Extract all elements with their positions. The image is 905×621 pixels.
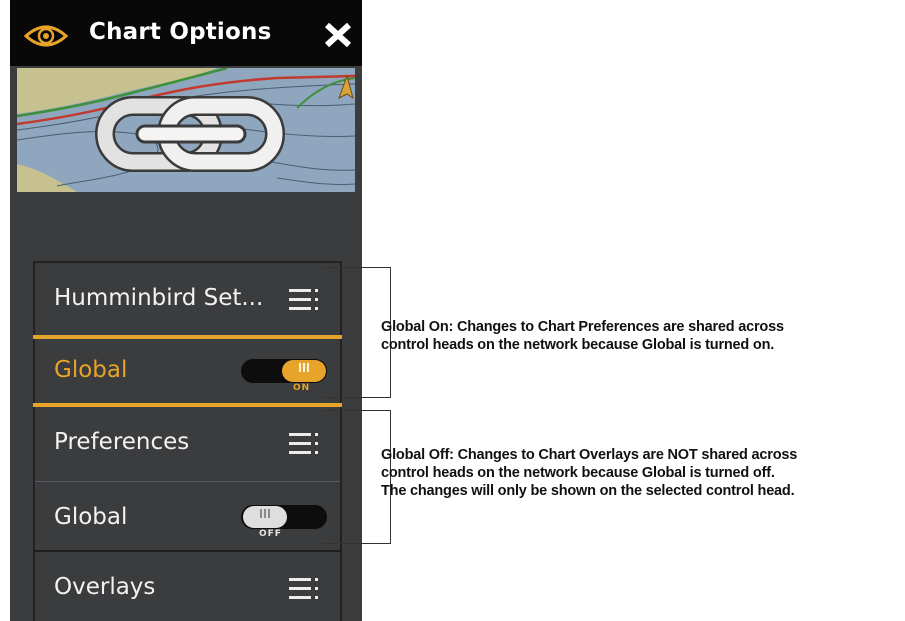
panel-title: Chart Options [89, 19, 272, 45]
bracket-second-top-line [322, 410, 391, 411]
global-toggle-on[interactable]: ON [241, 356, 327, 393]
callout-heading: Global On: [381, 319, 454, 335]
menu-item-label: Humminbird Set... [54, 285, 264, 311]
toggle-state-on: ON [293, 383, 311, 393]
bracket-bottom-line [322, 543, 391, 544]
submenu-icon[interactable] [289, 289, 319, 313]
callout-heading: Global Off: [381, 447, 454, 463]
callout-global-on: Global On: Changes to Chart Preferences … [381, 319, 784, 353]
global-toggle-off[interactable]: OFF [241, 502, 327, 539]
toggle-state-off: OFF [259, 529, 282, 539]
global-label: Global [54, 357, 128, 383]
menu-item-label: Overlays [54, 574, 156, 600]
submenu-icon[interactable] [289, 578, 319, 602]
bracket-mid-line [322, 397, 391, 398]
global-on-row[interactable]: Global ON [35, 339, 340, 403]
menu-item-label: Preferences [54, 429, 190, 455]
bracket-top-line [322, 267, 391, 268]
callout-global-off: Global Off: Changes to Chart Overlays ar… [381, 447, 798, 499]
close-icon[interactable] [324, 22, 352, 48]
panel-header: Chart Options [10, 0, 362, 66]
menu-item-overlays[interactable]: Overlays [35, 552, 340, 621]
submenu-icon[interactable] [289, 433, 319, 457]
eye-icon[interactable] [24, 22, 68, 50]
global-off-row[interactable]: Global OFF [35, 482, 340, 550]
global-label: Global [54, 504, 128, 530]
options-list: Humminbird Set... Global ON Preferences … [33, 261, 342, 621]
chart-options-panel: Chart Options Humminbird Set... Global O… [10, 0, 362, 621]
menu-item-humminbird[interactable]: Humminbird Set... [35, 263, 340, 335]
chart-preview-image [17, 68, 355, 192]
menu-item-preferences[interactable]: Preferences [35, 407, 340, 481]
